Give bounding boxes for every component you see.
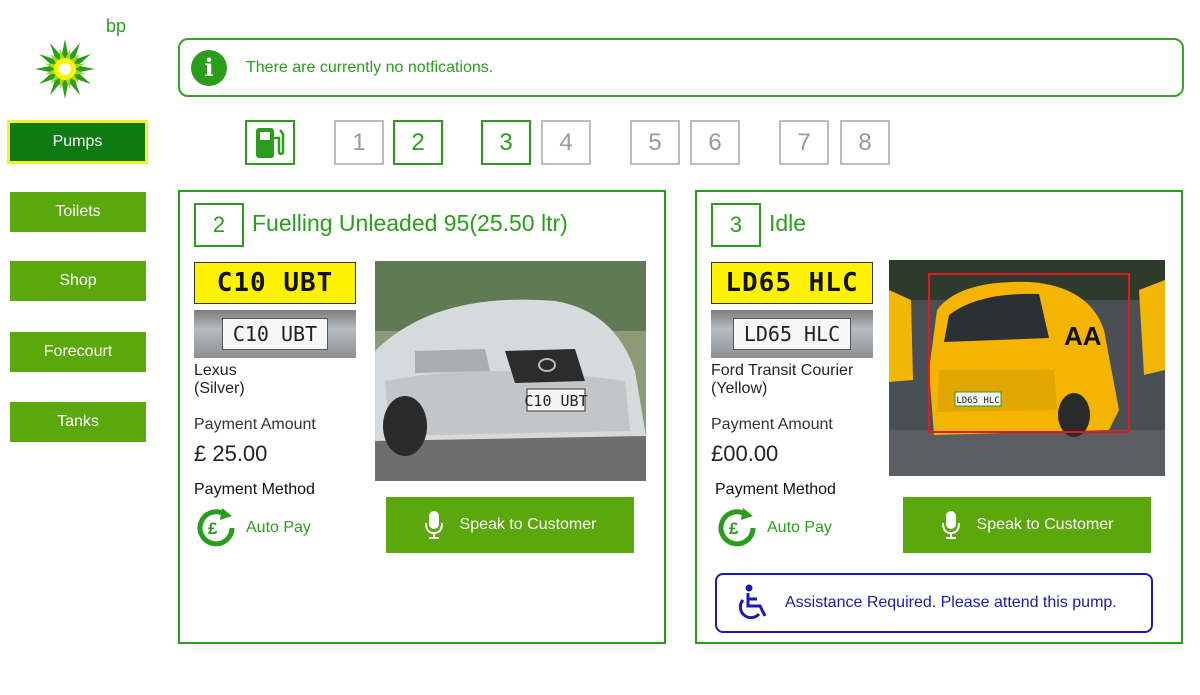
sidebar-item-shop[interactable]: Shop (10, 261, 146, 301)
vehicle-model: Ford Transit Courier (711, 362, 854, 379)
card-pump-number: 2 (194, 203, 244, 247)
pump-card-3: 3 Idle LD65 HLC LD65 HLC Ford Transit Co… (695, 190, 1183, 644)
pump-select-8[interactable]: 8 (840, 120, 890, 165)
sidebar-item-toilets[interactable]: Toilets (10, 192, 146, 232)
vehicle-info: Lexus (Silver) (194, 362, 245, 398)
photo-plate-text: C10 UBT (524, 392, 587, 410)
vehicle-photo: C10 UBT (375, 261, 646, 481)
pump-select-4[interactable]: 4 (541, 120, 591, 165)
bp-logo: bp (34, 16, 134, 106)
payment-amount-label: Payment Amount (194, 416, 316, 433)
plate-camera-crop: C10 UBT (194, 310, 356, 358)
notification-text: There are currently no notfications. (246, 58, 494, 76)
card-pump-status: Fuelling Unleaded 95(25.50 ltr) (252, 210, 568, 236)
microphone-icon (941, 511, 960, 539)
vehicle-model: Lexus (194, 362, 237, 379)
helios-icon (35, 39, 95, 99)
speak-to-customer-button[interactable]: Speak to Customer (903, 497, 1151, 553)
plate-camera-crop: LD65 HLC (711, 310, 873, 358)
autopay-icon: £ (718, 508, 756, 547)
plate-crop-text: LD65 HLC (732, 318, 852, 350)
pump-select-3[interactable]: 3 (481, 120, 531, 165)
vehicle-color: (Silver) (194, 380, 245, 397)
autopay-label: Auto Pay (767, 519, 832, 536)
autopay-button[interactable]: £ Auto Pay (715, 508, 832, 548)
van-yellow-image: LD65 HLC AA (889, 260, 1165, 476)
sidebar-item-tanks[interactable]: Tanks (10, 402, 146, 442)
notification-bar: i There are currently no notfications. (178, 38, 1184, 97)
vehicle-photo: LD65 HLC AA (889, 260, 1165, 476)
vehicle-info: Ford Transit Courier (Yellow) (711, 362, 853, 398)
license-plate: LD65 HLC (711, 262, 873, 304)
assistance-required-alert[interactable]: Assistance Required. Please attend this … (715, 573, 1153, 633)
info-icon: i (191, 49, 227, 86)
speak-to-customer-button[interactable]: Speak to Customer (386, 497, 634, 553)
pump-select-2[interactable]: 2 (393, 120, 443, 165)
svg-text:AA: AA (1064, 321, 1102, 351)
microphone-icon (424, 511, 443, 539)
vehicle-color: (Yellow) (711, 380, 768, 397)
speak-button-label: Speak to Customer (459, 516, 597, 533)
pump-select-7[interactable]: 7 (779, 120, 829, 165)
speak-button-label: Speak to Customer (976, 516, 1114, 533)
payment-amount-label: Payment Amount (711, 416, 833, 433)
pump-select-5[interactable]: 5 (630, 120, 680, 165)
card-pump-number: 3 (711, 203, 761, 247)
sidebar-item-forecourt[interactable]: Forecourt (10, 332, 146, 372)
payment-method-label: Payment Method (715, 481, 836, 498)
pump-select-1[interactable]: 1 (334, 120, 384, 165)
autopay-icon: £ (197, 508, 235, 547)
autopay-label: Auto Pay (246, 519, 311, 536)
card-pump-status: Idle (769, 210, 807, 236)
sidebar-item-pumps[interactable]: Pumps (7, 120, 148, 164)
photo-plate-text: LD65 HLC (956, 396, 999, 406)
svg-text:£: £ (729, 519, 739, 538)
payment-amount: £ 25.00 (194, 441, 268, 466)
autopay-button[interactable]: £ Auto Pay (194, 508, 311, 548)
wheelchair-icon (738, 584, 767, 620)
pump-card-2: 2 Fuelling Unleaded 95(25.50 ltr) C10 UB… (178, 190, 666, 644)
logo-text: bp (106, 16, 127, 36)
pump-select-6[interactable]: 6 (690, 120, 740, 165)
fuel-pump-icon (256, 127, 285, 158)
payment-method-label: Payment Method (194, 481, 315, 498)
car-silver-image: C10 UBT (375, 261, 646, 481)
plate-crop-text: C10 UBT (221, 318, 329, 350)
svg-text:£: £ (208, 519, 218, 538)
license-plate: C10 UBT (194, 262, 356, 304)
pump-overview-button[interactable] (245, 120, 295, 165)
assistance-text: Assistance Required. Please attend this … (785, 594, 1117, 611)
payment-amount: £00.00 (711, 441, 779, 466)
